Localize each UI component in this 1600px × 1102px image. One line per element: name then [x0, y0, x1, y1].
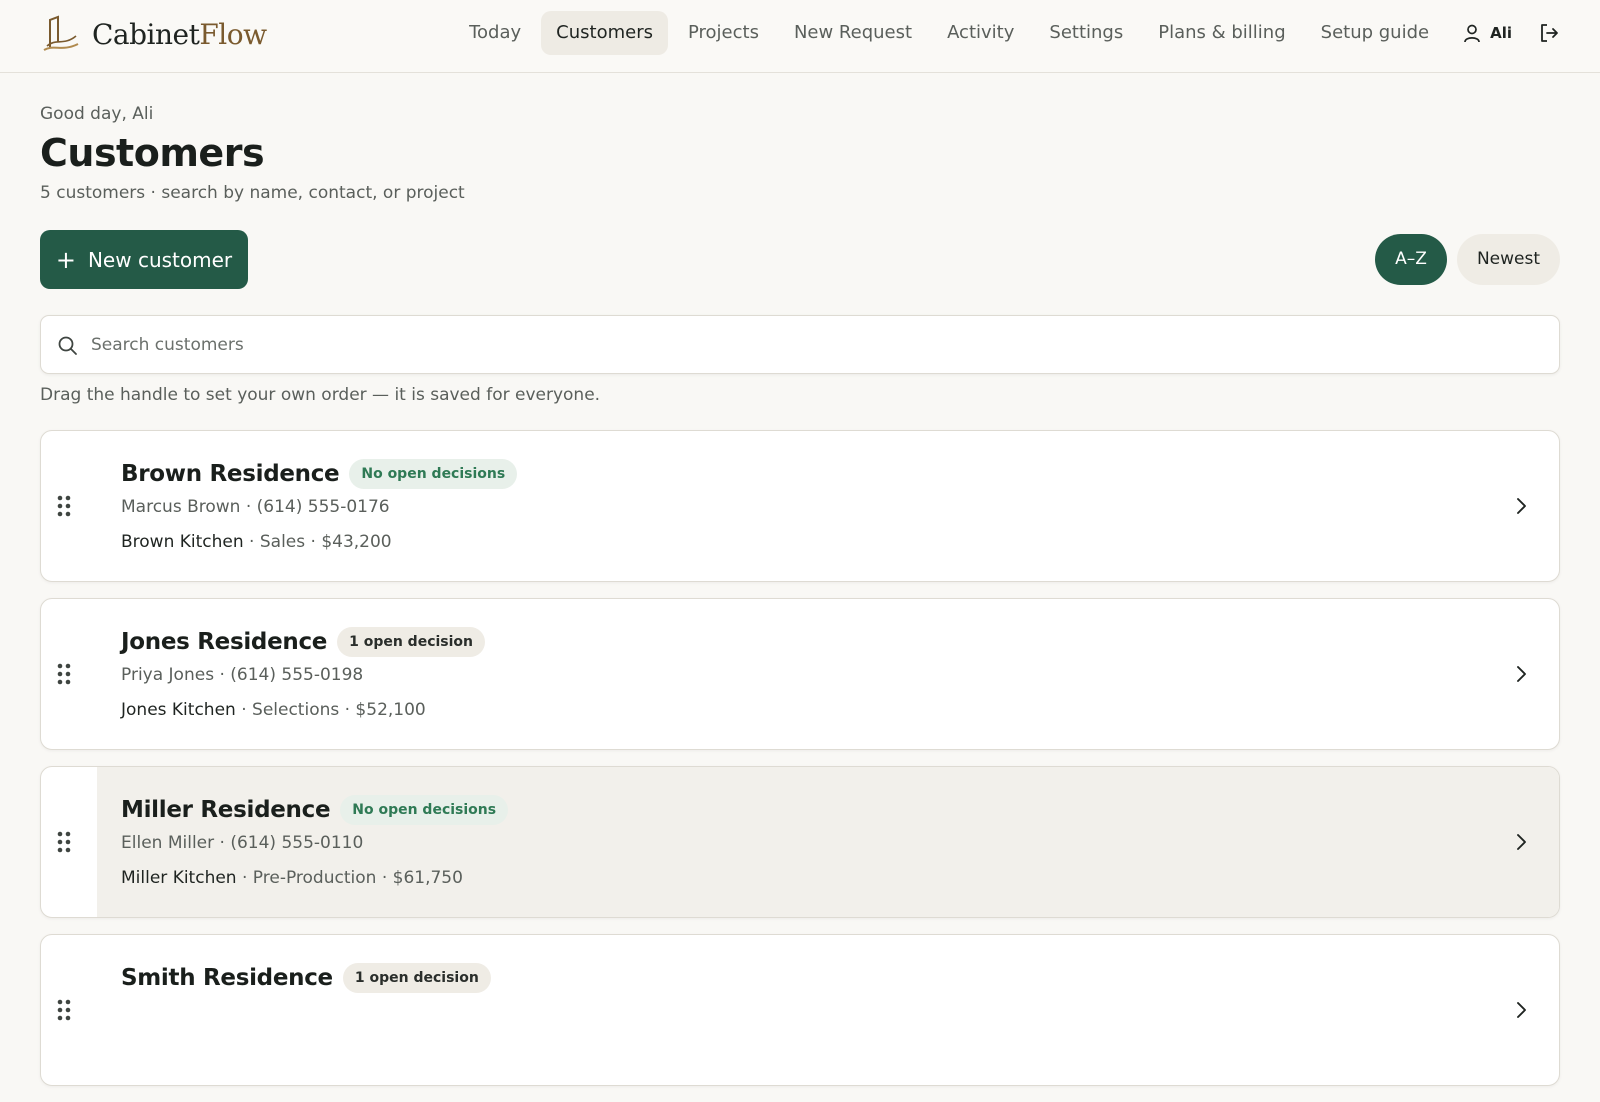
customer-project: Miller Kitchen · Pre-Production · $61,75… [121, 868, 463, 888]
search-input[interactable] [91, 316, 1541, 373]
customer-card[interactable]: Jones Residence 1 open decision Priya Jo… [40, 598, 1560, 750]
nav-item-projects[interactable]: Projects [673, 11, 774, 55]
brand-name-part1: Cabinet [92, 17, 200, 51]
nav-item-new-request[interactable]: New Request [779, 11, 927, 55]
drag-handle-icon[interactable] [57, 999, 71, 1021]
sort-az-button[interactable]: A–Z [1375, 234, 1447, 285]
new-customer-button[interactable]: + New customer [40, 230, 248, 289]
customer-name: Brown Residence [121, 461, 340, 487]
project-meta: · Sales · $43,200 [243, 532, 392, 552]
customer-list: Brown Residence No open decisions Marcus… [40, 430, 1560, 1102]
search-box [40, 315, 1560, 374]
project-name: Jones Kitchen [121, 700, 236, 720]
project-meta: · Pre-Production · $61,750 [236, 868, 463, 888]
customer-card[interactable]: Brown Residence No open decisions Marcus… [40, 430, 1560, 582]
customer-name-row: Brown Residence No open decisions [121, 459, 518, 489]
logout-icon [1541, 24, 1558, 42]
brand-name: CabinetFlow [92, 18, 267, 51]
nav-item-activity[interactable]: Activity [932, 11, 1029, 55]
customer-card[interactable]: Miller Residence No open decisions Ellen… [40, 766, 1560, 918]
page-title: Customers [40, 131, 265, 175]
logout-button[interactable] [1538, 11, 1560, 55]
customer-name-row: Smith Residence 1 open decision [121, 963, 491, 993]
drag-handle-icon[interactable] [57, 663, 71, 685]
status-badge: No open decisions [349, 459, 518, 489]
drag-handle-icon[interactable] [57, 831, 71, 853]
project-meta: · Selections · $52,100 [235, 700, 426, 720]
project-name: Miller Kitchen [121, 868, 237, 888]
user-name: Ali [1490, 24, 1512, 42]
customer-card[interactable]: Smith Residence 1 open decision [40, 934, 1560, 1086]
customer-contact: Ellen Miller · (614) 555-0110 [121, 833, 364, 853]
drag-handle-icon[interactable] [57, 495, 71, 517]
user-menu[interactable]: Ali [1462, 11, 1512, 55]
customer-name-row: Jones Residence 1 open decision [121, 627, 486, 657]
plus-icon: + [55, 245, 76, 274]
project-name: Brown Kitchen [121, 532, 244, 552]
nav-item-plans-billing[interactable]: Plans & billing [1143, 11, 1300, 55]
customer-project: Brown Kitchen · Sales · $43,200 [121, 532, 392, 552]
customer-contact: Marcus Brown · (614) 555-0176 [121, 497, 390, 517]
user-icon [1464, 24, 1480, 43]
sort-toggle: A–Z Newest [1365, 234, 1560, 285]
status-badge: 1 open decision [337, 627, 486, 657]
chevron-right-icon[interactable] [1511, 999, 1531, 1021]
brand-logo[interactable]: CabinetFlow [40, 12, 267, 56]
nav-item-settings[interactable]: Settings [1034, 11, 1138, 55]
chevron-right-icon[interactable] [1511, 831, 1531, 853]
brand-name-part2: Flow [199, 17, 267, 51]
customer-name: Smith Residence [121, 965, 333, 991]
nav-item-setup-guide[interactable]: Setup guide [1306, 11, 1444, 55]
main-nav: Today Customers Projects New Request Act… [449, 11, 1560, 55]
nav-item-customers[interactable]: Customers [541, 11, 668, 55]
customer-name: Miller Residence [121, 797, 331, 823]
greeting: Good day, Ali [40, 104, 154, 124]
top-navigation-bar: CabinetFlow Today Customers Projects New… [0, 0, 1600, 73]
customer-project: Jones Kitchen · Selections · $52,100 [121, 700, 426, 720]
customer-name-row: Miller Residence No open decisions [121, 795, 509, 825]
customer-contact: Priya Jones · (614) 555-0198 [121, 665, 364, 685]
chevron-right-icon[interactable] [1511, 663, 1531, 685]
status-badge: 1 open decision [342, 963, 491, 993]
nav-item-today[interactable]: Today [454, 11, 536, 55]
status-badge: No open decisions [340, 795, 509, 825]
sort-newest-button[interactable]: Newest [1456, 234, 1560, 285]
customer-name: Jones Residence [121, 629, 328, 655]
chevron-right-icon[interactable] [1511, 495, 1531, 517]
reorder-hint: Drag the handle to set your own order — … [40, 385, 601, 405]
cabinetflow-logo-icon [43, 15, 79, 51]
search-icon [58, 336, 77, 355]
page-subtitle: 5 customers · search by name, contact, o… [40, 183, 465, 203]
new-customer-label: New customer [87, 247, 233, 272]
